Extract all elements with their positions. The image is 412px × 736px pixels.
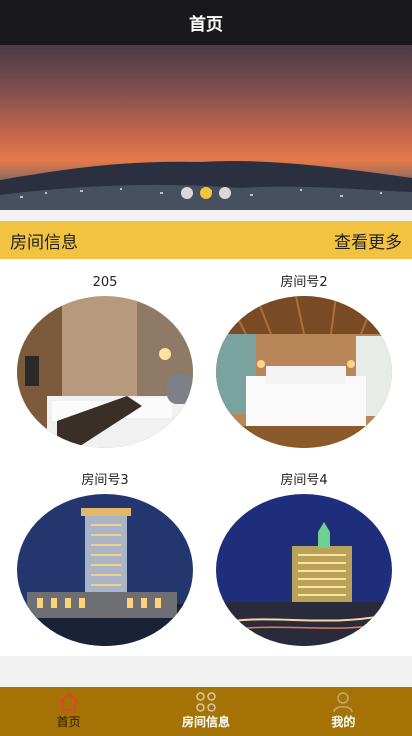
nav-bar: 首页 — [0, 0, 412, 45]
carousel-dot[interactable] — [181, 187, 193, 199]
user-icon — [333, 692, 354, 712]
room-card[interactable]: 房间号3 — [15, 457, 195, 646]
banner-carousel[interactable] — [0, 45, 412, 210]
room-card[interactable]: 房间号2 — [214, 259, 394, 448]
room-name: 房间号3 — [81, 473, 129, 488]
section-title: 房间信息 — [10, 232, 78, 253]
room-photo[interactable] — [216, 296, 392, 448]
room-photo[interactable] — [17, 296, 193, 448]
room-photo[interactable] — [17, 494, 193, 646]
room-name: 205 — [92, 275, 118, 290]
tab-profile-label: 我的 — [331, 715, 356, 729]
bottom-tab-bar: 首页 房间信息 我的 — [0, 687, 412, 736]
carousel-dot-active[interactable] — [200, 187, 212, 199]
tab-room-info[interactable]: 房间信息 — [137, 687, 274, 736]
tab-home-label: 首页 — [56, 715, 81, 729]
room-name: 房间号4 — [280, 473, 328, 488]
city-hills-image — [0, 160, 412, 210]
room-name: 房间号2 — [280, 275, 328, 290]
grid-icon — [196, 692, 216, 712]
room-info-header: 房间信息 查看更多 — [0, 221, 412, 259]
tab-room-info-label: 房间信息 — [181, 715, 230, 729]
room-card[interactable]: 205 — [15, 259, 195, 448]
page-title: 首页 — [189, 15, 223, 35]
view-more-link[interactable]: 查看更多 — [334, 228, 402, 253]
home-icon — [58, 692, 79, 711]
tab-profile[interactable]: 我的 — [275, 687, 412, 736]
tab-home[interactable]: 首页 — [0, 687, 137, 736]
carousel-dot[interactable] — [219, 187, 231, 199]
room-card[interactable]: 房间号4 — [214, 457, 394, 646]
room-photo[interactable] — [216, 494, 392, 646]
room-grid: 205 房间号2 房间号3 房间号4 — [0, 259, 412, 656]
carousel-indicator — [0, 187, 412, 199]
